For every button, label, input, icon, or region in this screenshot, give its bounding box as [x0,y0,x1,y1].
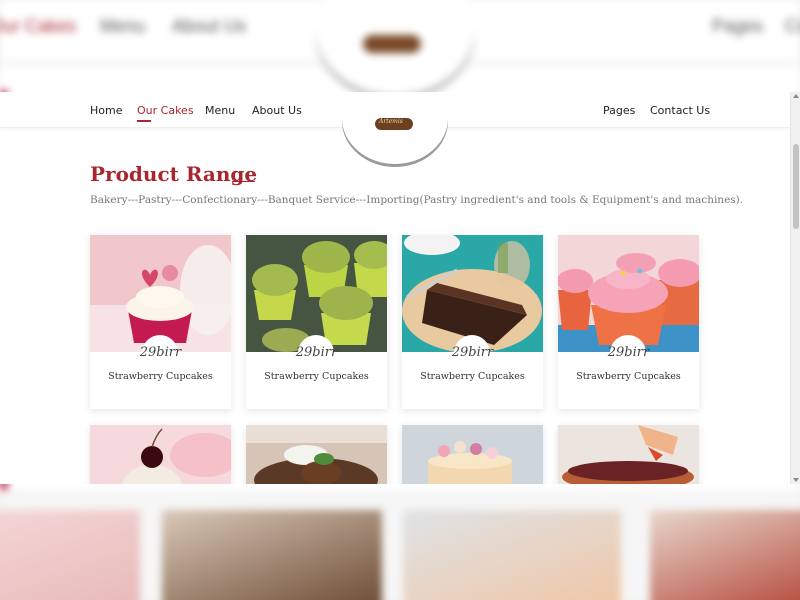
product-card[interactable] [558,425,699,484]
product-card[interactable]: 29birr Strawberry Cupcakes [90,235,231,409]
product-image-jam-tart[interactable] [558,425,699,484]
product-name[interactable]: Strawberry Cupcakes [246,371,387,382]
nav-contact-us[interactable]: Contact Us [650,104,710,117]
page-scrollbar[interactable] [790,92,800,484]
bg-nav-item: Co [785,16,800,36]
product-price: 29birr [607,345,650,360]
scroll-down-icon[interactable] [793,478,799,482]
product-card[interactable]: 29birr Strawberry Cupcakes [402,235,543,409]
product-image-macaron-cake[interactable] [402,425,543,484]
bg-nav-item: Menu [100,16,146,36]
scrollbar-thumb[interactable] [793,144,799,229]
bg-nav-item: About Us [172,16,247,36]
title-underline [232,181,255,182]
product-card[interactable]: 29birr Strawberry Cupcakes [246,235,387,409]
product-card[interactable] [90,425,231,484]
site-logo[interactable]: Artemis [342,92,448,164]
bg-logo [315,0,475,95]
logo-text: Artemis [379,118,403,125]
product-price: 29birr [139,345,182,360]
product-price: 29birr [451,345,494,360]
product-card[interactable]: 29birr Strawberry Cupcakes [558,235,699,409]
scroll-up-icon[interactable] [793,94,799,98]
browser-viewport: Home Our Cakes Menu About Us Pages Conta… [0,92,800,484]
nav-pages[interactable]: Pages [603,104,635,117]
product-name[interactable]: Strawberry Cupcakes [558,371,699,382]
section-title: Product Range [90,162,258,186]
nav-home[interactable]: Home [90,104,122,117]
product-name[interactable]: Strawberry Cupcakes [90,371,231,382]
product-card[interactable] [246,425,387,484]
product-price: 29birr [295,345,338,360]
section-subtitle: Bakery---Pastry---Confectionary---Banque… [90,194,744,206]
product-image-cherry-dessert[interactable] [90,425,231,484]
nav-about-us[interactable]: About Us [252,104,302,117]
bg-bottom-row [0,490,800,600]
product-image-chocolate-dessert[interactable] [246,425,387,484]
bg-nav-item: Pages [712,16,764,36]
product-card[interactable] [402,425,543,484]
logo-badge: Artemis [372,118,416,130]
nav-menu[interactable]: Menu [205,104,235,117]
bg-nav-item: Our Cakes [0,16,77,36]
nav-our-cakes[interactable]: Our Cakes [137,104,194,122]
product-name[interactable]: Strawberry Cupcakes [402,371,543,382]
